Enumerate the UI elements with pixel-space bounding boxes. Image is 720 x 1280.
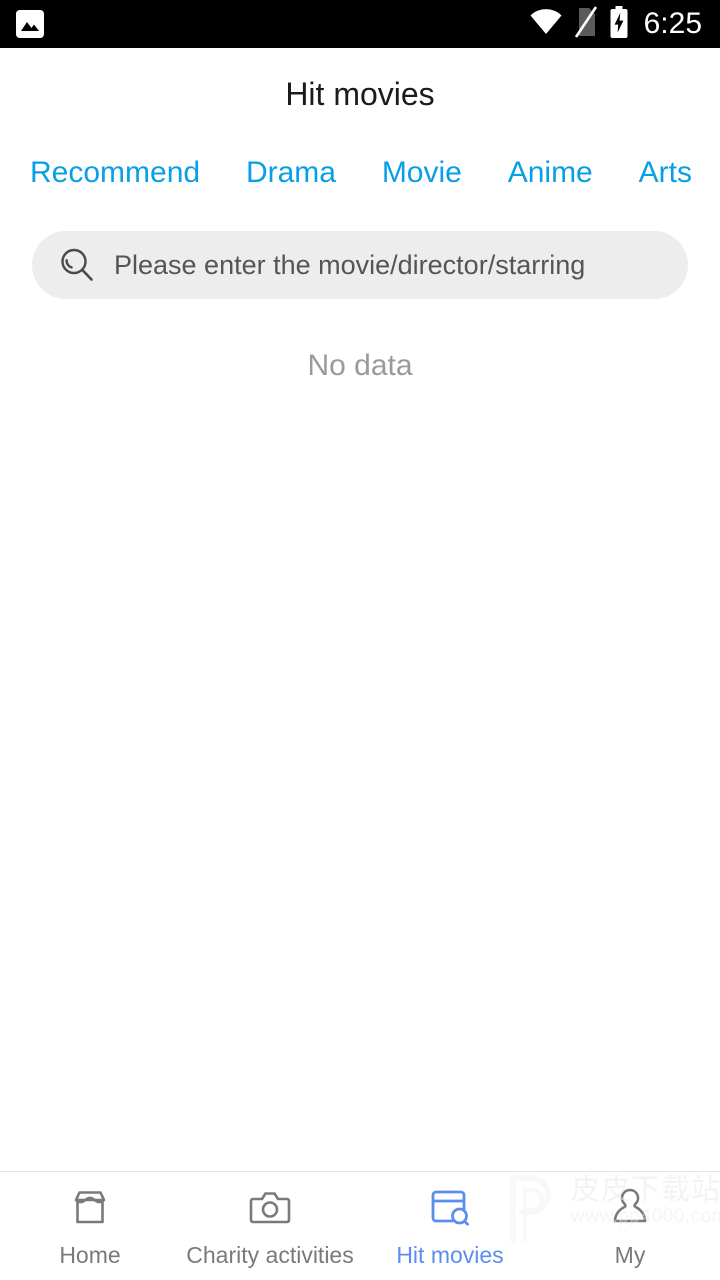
camera-icon <box>247 1185 293 1231</box>
search-section <box>0 206 720 299</box>
content-area: No data <box>0 299 720 1171</box>
nav-label-home: Home <box>59 1242 121 1268</box>
bottom-navigation: Home Charity activities Hit movies My 皮皮… <box>0 1171 720 1280</box>
status-bar-clock: 6:25 <box>643 7 702 40</box>
category-tab-strip[interactable]: Recommend Drama Movie Anime Arts <box>0 140 720 206</box>
nav-label-my: My <box>614 1242 646 1268</box>
search-input[interactable] <box>114 249 662 281</box>
nav-item-home[interactable]: Home <box>0 1172 180 1280</box>
nav-item-charity-activities[interactable]: Charity activities <box>180 1172 360 1280</box>
empty-state: No data <box>0 351 720 381</box>
status-bar-right: 6:25 <box>529 5 702 43</box>
tab-arts[interactable]: Arts <box>639 158 692 188</box>
search-bar[interactable] <box>32 231 688 299</box>
store-icon <box>67 1185 113 1231</box>
nav-label-charity-activities: Charity activities <box>186 1242 354 1268</box>
window-search-icon <box>427 1185 473 1231</box>
empty-state-text: No data <box>307 349 413 382</box>
status-bar: 6:25 <box>0 0 720 48</box>
search-icon <box>58 246 96 284</box>
user-icon <box>607 1185 653 1231</box>
no-sim-icon <box>574 5 598 43</box>
tab-anime[interactable]: Anime <box>508 158 593 188</box>
page-title: Hit movies <box>0 48 720 140</box>
app-screen: 6:25 Hit movies Recommend Drama Movie An… <box>0 0 720 1280</box>
tab-movie[interactable]: Movie <box>382 158 462 188</box>
status-bar-left <box>16 10 529 38</box>
photo-icon <box>16 10 44 38</box>
wifi-icon <box>529 8 563 40</box>
tab-recommend[interactable]: Recommend <box>30 158 200 188</box>
nav-label-hit-movies: Hit movies <box>396 1242 504 1268</box>
nav-item-hit-movies[interactable]: Hit movies <box>360 1172 540 1280</box>
nav-item-my[interactable]: My <box>540 1172 720 1280</box>
battery-charging-icon <box>609 5 629 43</box>
tab-drama[interactable]: Drama <box>246 158 336 188</box>
page-title-text: Hit movies <box>285 76 435 112</box>
